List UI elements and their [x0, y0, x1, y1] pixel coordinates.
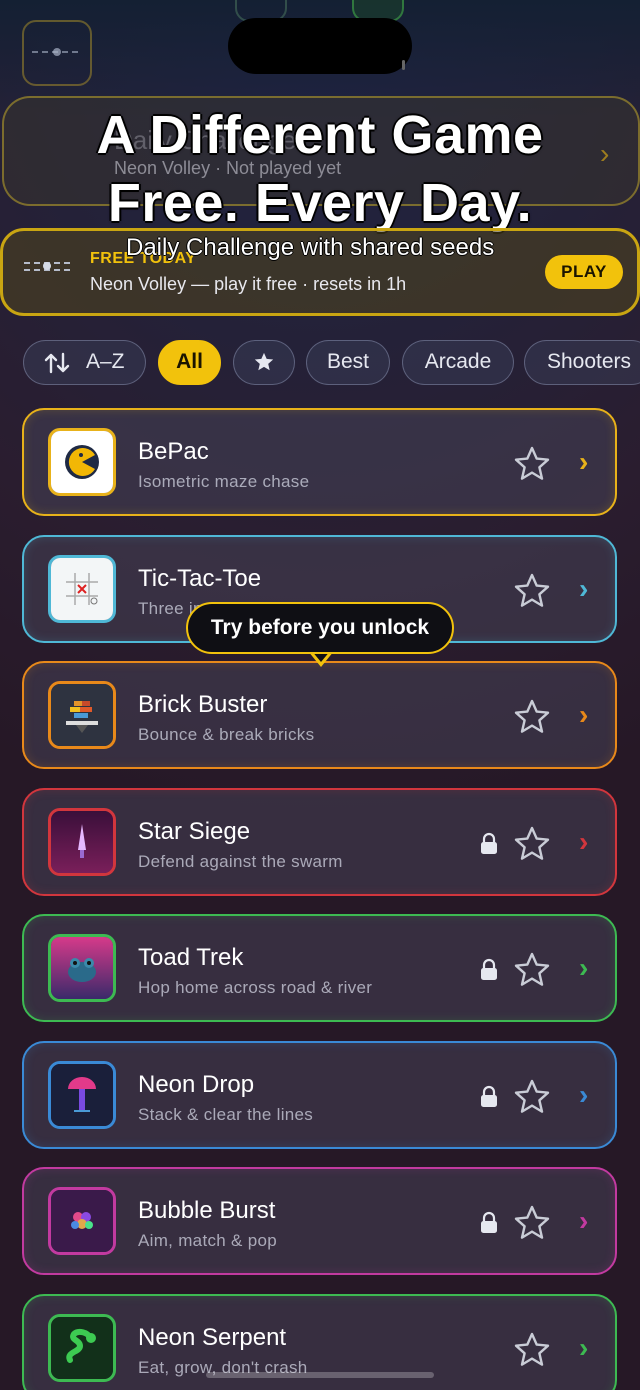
chevron-right-icon: › — [579, 1078, 589, 1110]
chevron-right-icon: › — [579, 952, 589, 983]
game-title: Toad Trek — [138, 944, 244, 971]
game-title: BePac — [138, 438, 209, 465]
game-subtitle: Aim, match & pop — [138, 1231, 277, 1250]
game-title: Tic-Tac-Toe — [138, 564, 262, 592]
game-title: Neon Serpent — [138, 1323, 287, 1351]
favorite-star-icon[interactable] — [512, 571, 552, 611]
notch-tick — [402, 60, 405, 70]
chevron-right-icon: › — [579, 699, 589, 730]
volley-icon — [24, 258, 70, 279]
game-row[interactable]: Bubble Burst Aim, match & pop › — [22, 1167, 617, 1275]
filter-favorites-chip[interactable] — [233, 340, 295, 385]
rocket-icon — [48, 807, 116, 876]
favorite-star-icon[interactable] — [512, 950, 552, 990]
chevron-right-icon: › — [579, 446, 589, 477]
filter-shooters-chip[interactable]: Shooters — [524, 340, 640, 385]
filter-best-chip[interactable]: Best — [306, 340, 390, 385]
filter-chips: A–Z All Best Arcade Shooters — [0, 340, 640, 386]
brick-icon — [48, 681, 116, 749]
lock-icon — [481, 1211, 497, 1233]
free-today-subtitle: Neon Volley — play it free · resets in 1… — [90, 274, 407, 294]
game-subtitle: Defend against the swarm — [138, 851, 343, 871]
filter-arcade-chip[interactable]: Arcade — [402, 340, 514, 385]
headline-line-2: Free. Every Day. — [107, 173, 533, 233]
frog-icon — [48, 934, 116, 1002]
sort-arrows-icon — [44, 352, 70, 374]
star-filled-icon — [254, 352, 274, 371]
game-subtitle: Bounce & break bricks — [138, 725, 315, 744]
home-indicator[interactable] — [206, 1372, 434, 1378]
game-row[interactable]: Star Siege Defend against the swarm › — [22, 787, 617, 896]
game-row[interactable]: Toad Trek Hop home across road & river › — [22, 914, 617, 1022]
snake-icon — [48, 1313, 116, 1382]
game-title: Neon Drop — [138, 1070, 255, 1098]
favorite-star-icon[interactable] — [512, 824, 552, 864]
chevron-right-icon: › — [579, 1205, 589, 1236]
favorite-star-icon[interactable] — [512, 444, 552, 484]
favorite-star-icon[interactable] — [512, 697, 552, 737]
pacman-icon — [48, 428, 116, 496]
favorite-star-icon[interactable] — [512, 1203, 552, 1243]
dynamic-island — [228, 18, 412, 74]
game-title: Star Siege — [138, 817, 251, 845]
game-title: Brick Buster — [138, 691, 268, 718]
game-row[interactable]: BePac Isometric maze chase › — [22, 408, 617, 516]
daily-challenge-overlay-text: Daily Challenge with shared seeds — [126, 234, 495, 261]
game-subtitle: Isometric maze chase — [138, 472, 310, 491]
favorite-star-icon[interactable] — [512, 1077, 552, 1117]
favorite-star-icon[interactable] — [512, 1330, 552, 1370]
filter-all-chip[interactable]: All — [158, 340, 221, 385]
drop-icon — [48, 1060, 116, 1129]
unlock-tooltip: Try before you unlock — [186, 602, 454, 654]
chevron-right-icon: › — [579, 572, 589, 604]
lock-icon — [481, 832, 497, 854]
bubble-icon — [48, 1187, 116, 1255]
game-row[interactable]: Brick Buster Bounce & break bricks › — [22, 661, 617, 769]
chevron-right-icon: › — [579, 1331, 589, 1363]
game-row[interactable]: Neon Drop Stack & clear the lines › — [22, 1040, 617, 1149]
sort-az-label: A–Z — [86, 350, 125, 373]
tictactoe-icon — [48, 554, 116, 623]
lock-icon — [481, 1085, 497, 1107]
lock-icon — [481, 958, 497, 980]
daily-challenge-icon — [22, 20, 92, 86]
game-subtitle: Hop home across road & river — [138, 978, 373, 997]
sort-az-chip[interactable]: A–Z — [23, 340, 146, 385]
headline-line-1: A Different Game — [96, 105, 544, 165]
game-subtitle: Stack & clear the lines — [138, 1104, 314, 1124]
game-title: Bubble Burst — [138, 1197, 276, 1224]
play-button[interactable]: PLAY — [545, 255, 623, 289]
chevron-right-icon: › — [579, 825, 589, 857]
